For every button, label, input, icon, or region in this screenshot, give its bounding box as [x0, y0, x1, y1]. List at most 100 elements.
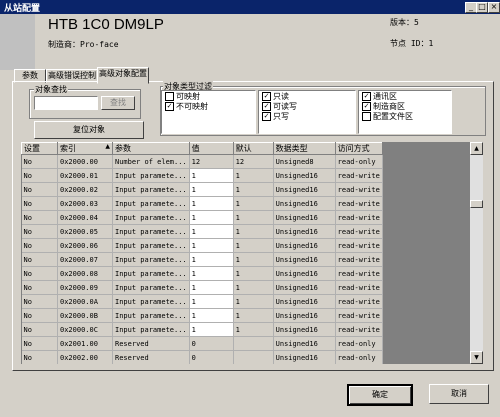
tab-advanced-object-config[interactable]: 高级对象配置 [97, 67, 149, 84]
cell-value: 0 [189, 336, 234, 351]
table-row[interactable]: No 0x2000.06 Input paramete... 1 1 Unsigned16… [21, 238, 383, 253]
cell-value[interactable]: 1 [189, 308, 234, 323]
table-vertical-scrollbar[interactable]: ▲ ▼ [470, 142, 483, 364]
filter-mappable[interactable]: 可映射 [165, 92, 200, 101]
cell-access: read-write [335, 266, 383, 281]
table-row[interactable]: No 0x2000.01 Input paramete... 1 1 Unsigned16… [21, 168, 383, 183]
table-row[interactable]: No 0x2000.05 Input paramete... 1 1 Unsigned16… [21, 224, 383, 239]
close-button[interactable]: × [488, 2, 500, 13]
cell-default: 1 [233, 322, 274, 337]
access-filter-list[interactable]: ✓ 只读 ✓ 可读写 ✓ 只写 [258, 90, 356, 134]
cell-index: 0x2000.05 [57, 224, 113, 239]
mapping-filter-list[interactable]: 可映射 ✓ 不可映射 [161, 90, 256, 134]
filter-write-only-checkbox[interactable]: ✓ [262, 112, 271, 121]
cell-data-type: Unsigned16 [273, 238, 336, 253]
scroll-thumb[interactable] [470, 200, 483, 208]
cell-value[interactable]: 1 [189, 238, 234, 253]
filter-communication-area-checkbox[interactable]: ✓ [362, 92, 371, 101]
filter-read-write[interactable]: ✓ 可读写 [262, 102, 297, 111]
scroll-up-icon[interactable]: ▲ [470, 142, 483, 155]
table-row[interactable]: No 0x2000.08 Input paramete... 1 1 Unsigned16… [21, 266, 383, 281]
cell-setting: No [21, 350, 58, 364]
cell-value[interactable]: 1 [189, 182, 234, 197]
cell-data-type: Unsigned16 [273, 308, 336, 323]
cell-setting: No [21, 294, 58, 309]
cell-access: read-only [335, 336, 383, 351]
cell-access: read-write [335, 224, 383, 239]
cell-access: read-write [335, 322, 383, 337]
column-header-setting[interactable]: 设置 [21, 142, 58, 155]
table-row[interactable]: No 0x2000.07 Input paramete... 1 1 Unsigned16… [21, 252, 383, 267]
cell-parameter: Input paramete... [112, 252, 190, 267]
table-row[interactable]: No 0x2001.00 Reserved 0 Unsigned16 read-only [21, 336, 383, 351]
cell-default: 12 [233, 154, 274, 169]
cell-setting: No [21, 182, 58, 197]
table-row[interactable]: No 0x2000.0A Input paramete... 1 1 Unsigned16… [21, 294, 383, 309]
table-row[interactable]: No 0x2000.04 Input paramete... 1 1 Unsigned16… [21, 210, 383, 225]
column-header-access[interactable]: 访问方式 [334, 142, 383, 155]
column-header-data-type[interactable]: 数据类型 [272, 142, 336, 155]
cell-index: 0x2000.03 [57, 196, 113, 211]
column-header-parameter[interactable]: 参数 [112, 142, 190, 155]
cell-data-type: Unsigned16 [273, 336, 336, 351]
cell-index: 0x2000.01 [57, 168, 113, 183]
cell-index: 0x2000.06 [57, 238, 113, 253]
table-header-row: 设置 索引 ▲ 参数 值 默认 数据类型 访问方式 [21, 142, 383, 155]
cell-access: read-write [335, 238, 383, 253]
filter-read-only[interactable]: ✓ 只读 [262, 92, 289, 101]
filter-profile-area[interactable]: 配置文件区 [362, 112, 413, 121]
cell-parameter: Reserved [112, 350, 190, 364]
cell-parameter: Input paramete... [112, 224, 190, 239]
cell-parameter: Input paramete... [112, 210, 190, 225]
cell-value[interactable]: 1 [189, 210, 234, 225]
filter-communication-area[interactable]: ✓ 通讯区 [362, 92, 397, 101]
cancel-button[interactable]: 取消 [429, 384, 489, 404]
cell-data-type: Unsigned16 [273, 168, 336, 183]
table-row[interactable]: No 0x2000.00 Number of elem... 12 12 Unsigned… [21, 154, 383, 169]
ok-button[interactable]: 确定 [347, 384, 413, 406]
filter-mappable-checkbox[interactable] [165, 92, 174, 101]
cell-value[interactable]: 1 [189, 168, 234, 183]
maximize-button[interactable]: □ [476, 2, 488, 13]
filter-not-mappable[interactable]: ✓ 不可映射 [165, 102, 208, 111]
object-search-input[interactable] [34, 96, 98, 110]
area-filter-list[interactable]: ✓ 通讯区 ✓ 制造商区 配置文件区 [358, 90, 452, 134]
cell-parameter: Reserved [112, 336, 190, 351]
cell-value[interactable]: 1 [189, 280, 234, 295]
cell-value[interactable]: 1 [189, 196, 234, 211]
cell-value[interactable]: 1 [189, 266, 234, 281]
table-row[interactable]: No 0x2000.0B Input paramete... 1 1 Unsigned16… [21, 308, 383, 323]
filter-read-only-checkbox[interactable]: ✓ [262, 92, 271, 101]
column-header-default[interactable]: 默认 [232, 142, 274, 155]
cell-value[interactable]: 1 [189, 322, 234, 337]
reset-objects-button[interactable]: 复位对象 [34, 121, 144, 139]
filter-not-mappable-checkbox[interactable]: ✓ [165, 102, 174, 111]
cell-default: 1 [233, 168, 274, 183]
cell-value[interactable]: 1 [189, 294, 234, 309]
cell-data-type: Unsigned16 [273, 252, 336, 267]
cell-access: read-only [335, 154, 383, 169]
table-row[interactable]: No 0x2002.00 Reserved 0 Unsigned16 read-only [21, 350, 383, 364]
column-header-value[interactable]: 值 [188, 142, 234, 155]
filter-manufacturer-area-checkbox[interactable]: ✓ [362, 102, 371, 111]
sort-ascending-icon: ▲ [105, 143, 110, 150]
scroll-down-icon[interactable]: ▼ [470, 351, 483, 364]
table-row[interactable]: No 0x2000.0C Input paramete... 1 1 Unsigned16… [21, 322, 383, 337]
table-row[interactable]: No 0x2000.02 Input paramete... 1 1 Unsigned16… [21, 182, 383, 197]
table-row[interactable]: No 0x2000.09 Input paramete... 1 1 Unsigned16… [21, 280, 383, 295]
column-header-index[interactable]: 索引 ▲ [57, 142, 113, 155]
cell-data-type: Unsigned16 [273, 224, 336, 239]
cell-default: 1 [233, 196, 274, 211]
cell-default: 1 [233, 266, 274, 281]
cell-setting: No [21, 336, 58, 351]
table-row[interactable]: No 0x2000.03 Input paramete... 1 1 Unsigned16… [21, 196, 383, 211]
filter-write-only[interactable]: ✓ 只写 [262, 112, 289, 121]
filter-read-write-checkbox[interactable]: ✓ [262, 102, 271, 111]
cell-data-type: Unsigned16 [273, 266, 336, 281]
filter-profile-area-checkbox[interactable] [362, 112, 371, 121]
search-button[interactable]: 查找 [101, 96, 135, 110]
cell-index: 0x2000.0C [57, 322, 113, 337]
cell-value[interactable]: 1 [189, 224, 234, 239]
cell-value[interactable]: 1 [189, 252, 234, 267]
filter-manufacturer-area[interactable]: ✓ 制造商区 [362, 102, 405, 111]
